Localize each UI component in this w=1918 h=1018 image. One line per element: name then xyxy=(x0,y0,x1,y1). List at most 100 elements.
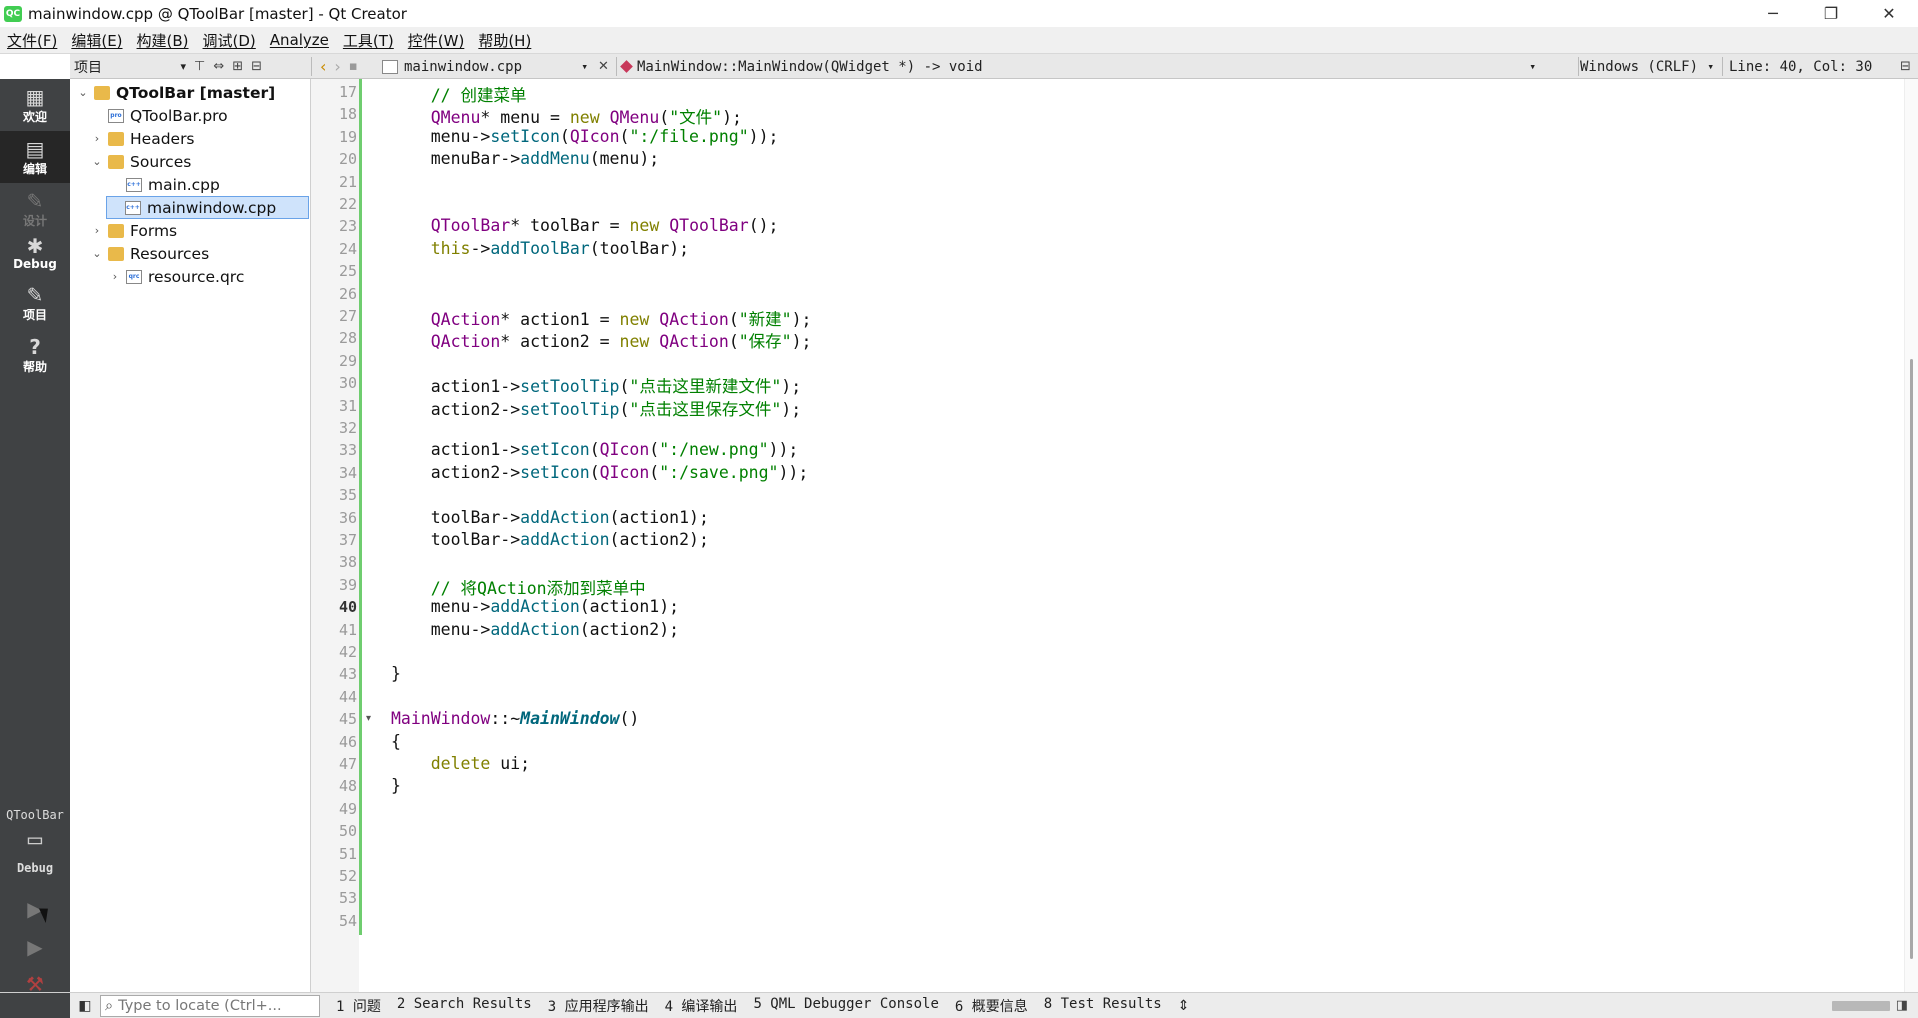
output-pane-tab[interactable]: 8 Test Results xyxy=(1036,996,1170,1016)
tree-item-qtoolbar-pro[interactable]: pro QToolBar.pro xyxy=(90,104,228,127)
scrollbar-thumb[interactable] xyxy=(1910,359,1913,959)
cursor-position[interactable]: Line: 40, Col: 30 xyxy=(1729,54,1872,79)
tree-item-resources[interactable]: ⌄ Resources xyxy=(90,242,209,265)
line-number: 35 xyxy=(338,486,357,505)
divider xyxy=(1722,57,1723,76)
code-line[interactable]: menu->addAction(action1); xyxy=(391,597,679,619)
code-line[interactable]: MainWindow::~MainWindow() xyxy=(391,709,639,731)
code-line[interactable]: } xyxy=(391,664,401,686)
open-file-combo[interactable]: mainwindow.cpp ▾ xyxy=(382,54,594,79)
code-line[interactable]: { xyxy=(391,732,401,754)
code-token: // 将QAction添加到菜单中 xyxy=(430,578,646,598)
code-line[interactable]: action1->setIcon(QIcon(":/new.png")); xyxy=(391,440,799,462)
minimize-button[interactable]: ─ xyxy=(1744,0,1802,27)
tree-item-main-cpp[interactable]: c++ main.cpp xyxy=(108,173,220,196)
code-line[interactable]: toolBar->addAction(action1); xyxy=(391,508,709,530)
code-token: )); xyxy=(768,440,799,460)
monitor-icon[interactable]: ▭ xyxy=(0,825,70,853)
menu-item[interactable]: 工具(T) xyxy=(336,30,401,51)
line-number: 18 xyxy=(338,105,357,124)
menu-item[interactable]: 控件(W) xyxy=(401,30,472,51)
code-line[interactable]: menu->addAction(action2); xyxy=(391,620,679,642)
line-number: 20 xyxy=(338,150,357,169)
output-pane-tab[interactable]: 4 编译输出 xyxy=(657,996,746,1016)
back-arrow-icon[interactable]: ‹ xyxy=(316,57,330,76)
toggle-sidebar-icon[interactable]: ◧ xyxy=(70,993,100,1018)
code-line[interactable]: action2->setToolTip("点击这里保存文件"); xyxy=(391,396,801,419)
code-line[interactable]: QMenu* menu = new QMenu("文件"); xyxy=(391,104,742,128)
more-panes-icon[interactable]: ⇕ xyxy=(1170,998,1198,1014)
fold-arrow-icon[interactable]: ▾ xyxy=(366,713,371,724)
menu-item[interactable]: Analyze xyxy=(263,31,336,49)
code-line[interactable]: menu->setIcon(QIcon(":/file.png")); xyxy=(391,127,779,149)
output-pane-tab[interactable]: 2 Search Results xyxy=(389,996,540,1016)
code-line[interactable]: QToolBar* toolBar = new QToolBar(); xyxy=(391,216,779,238)
locator-input[interactable]: ⌕ Type to locate (Ctrl+... xyxy=(100,994,320,1017)
output-pane-tab[interactable]: 1 问题 xyxy=(328,996,389,1016)
close-file-icon[interactable]: ✕ xyxy=(594,59,613,74)
split-editor-icon[interactable]: ⊟ xyxy=(1896,59,1915,74)
close-window-button[interactable]: ✕ xyxy=(1860,0,1918,27)
line-ending-combo[interactable]: Windows (CRLF) ▾ xyxy=(1580,54,1720,79)
chevron-right-icon[interactable]: › xyxy=(108,270,122,283)
tree-item-headers[interactable]: › Headers xyxy=(90,127,195,150)
project-view-combo[interactable]: 项目 ▾ xyxy=(70,54,190,79)
chevron-down-icon: ▾ xyxy=(180,60,186,73)
chevron-down-icon[interactable]: ⌄ xyxy=(90,247,104,260)
vertical-scrollbar[interactable] xyxy=(1904,79,1918,992)
debug-run-icon[interactable]: ▶ xyxy=(0,929,70,965)
chevron-right-icon[interactable]: › xyxy=(90,132,104,145)
divider xyxy=(1578,57,1579,76)
tree-item-sources[interactable]: ⌄ Sources xyxy=(90,150,191,173)
code-line[interactable]: action2->setIcon(QIcon(":/save.png")); xyxy=(391,463,809,485)
code-token: * menu = xyxy=(480,108,570,128)
tree-item-resource-qrc[interactable]: › qrc resource.qrc xyxy=(108,265,245,288)
code-line[interactable]: toolBar->addAction(action2); xyxy=(391,530,709,552)
split-icon[interactable]: ⊞ xyxy=(228,59,247,74)
menu-item[interactable]: 构建(B) xyxy=(130,30,196,51)
tree-item-forms[interactable]: › Forms xyxy=(90,219,177,242)
tree-item-mainwindow-cpp[interactable]: c++ mainwindow.cpp xyxy=(106,196,309,219)
code-line[interactable]: action1->setToolTip("点击这里新建文件"); xyxy=(391,373,801,396)
output-pane-tab[interactable]: 5 QML Debugger Console xyxy=(745,996,946,1016)
output-pane-tab[interactable]: 3 应用程序输出 xyxy=(540,996,657,1016)
output-pane-tab[interactable]: 6 概要信息 xyxy=(947,996,1036,1016)
code-line[interactable]: QAction* action1 = new QAction("新建"); xyxy=(391,306,812,329)
close-pane-icon[interactable]: ⊟ xyxy=(247,59,266,74)
code-line[interactable]: delete ui; xyxy=(391,754,530,776)
code-line[interactable]: // 创建菜单 xyxy=(391,82,527,105)
code-line[interactable]: // 将QAction添加到菜单中 xyxy=(391,575,646,598)
restore-button[interactable]: ❐ xyxy=(1802,0,1860,27)
line-number-gutter: 17 18 19 20 21 22 23 24 25 26 27 28 29 30 31 32 33 34 35 36… xyxy=(311,79,359,992)
mode-help[interactable]: ? 帮助 xyxy=(0,329,70,381)
chevron-down-icon[interactable]: ⌄ xyxy=(76,86,90,99)
mode-edit[interactable]: ▤ 编辑 xyxy=(0,131,70,183)
code-editor[interactable]: 17 18 19 20 21 22 23 24 25 26 27 28 29 30 31 32 33 34 35 36… xyxy=(311,79,1918,992)
menu-item[interactable]: 调试(D) xyxy=(196,30,263,51)
line-number: 51 xyxy=(338,844,357,863)
line-number: 42 xyxy=(338,643,357,661)
forward-arrow-icon[interactable]: › xyxy=(330,57,344,76)
code-line[interactable]: menuBar->addMenu(menu); xyxy=(391,149,660,171)
filter-icon[interactable]: ⊤ xyxy=(190,59,209,74)
code-token: setToolTip xyxy=(520,399,620,419)
menu-item[interactable]: 帮助(H) xyxy=(471,30,538,51)
tree-item-label: QToolBar.pro xyxy=(130,106,228,125)
symbol-combo[interactable]: MainWindow::MainWindow(QWidget *) -> voi… xyxy=(620,54,1540,79)
mode-projects[interactable]: ✎ 项目 xyxy=(0,277,70,329)
code-line[interactable]: this->addToolBar(toolBar); xyxy=(391,239,689,261)
link-icon[interactable]: ⇔ xyxy=(209,59,228,74)
mode-welcome[interactable]: ▦ 欢迎 xyxy=(0,79,70,131)
mode-debug[interactable]: ✱ Debug xyxy=(0,227,70,279)
toggle-output-icon[interactable]: ◨ xyxy=(1896,998,1908,1013)
line-number: 32 xyxy=(338,419,357,437)
chevron-right-icon[interactable]: › xyxy=(90,224,104,237)
project-tree-panel: ⌄ QToolBar [master] pro QToolBar.pro › Header… xyxy=(70,79,311,992)
menu-item[interactable]: 文件(F) xyxy=(0,30,64,51)
code-line[interactable]: } xyxy=(391,776,401,798)
code-line[interactable]: QAction* action2 = new QAction("保存"); xyxy=(391,328,812,351)
run-icon[interactable]: ▶ xyxy=(0,891,70,927)
menu-item[interactable]: 编辑(E) xyxy=(64,30,129,51)
chevron-down-icon[interactable]: ⌄ xyxy=(90,155,104,168)
tree-item-qtoolbar-master[interactable]: ⌄ QToolBar [master] xyxy=(76,81,275,104)
